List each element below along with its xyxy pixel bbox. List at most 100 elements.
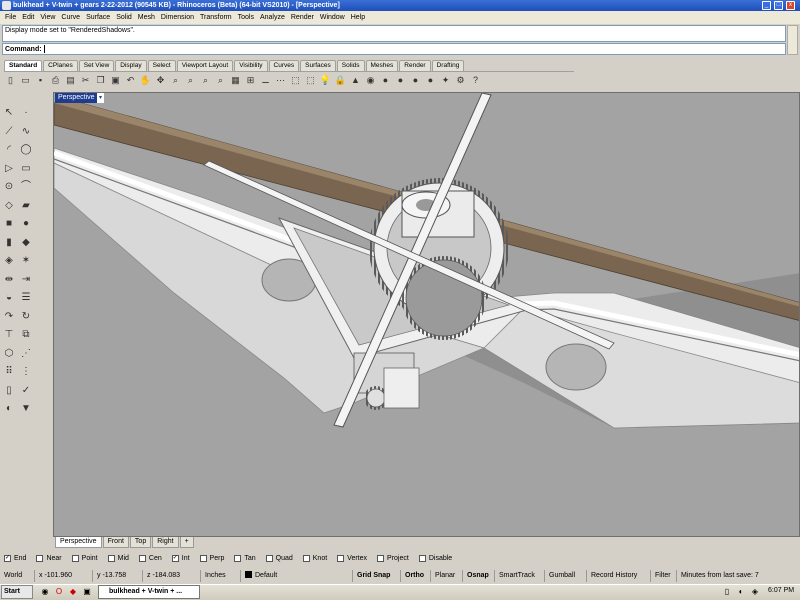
tab-front[interactable]: Front bbox=[102, 537, 129, 548]
new-icon[interactable]: ▯ bbox=[4, 74, 17, 87]
tab-render[interactable]: Render bbox=[399, 60, 431, 71]
status-units[interactable]: Inches bbox=[201, 569, 241, 582]
status-osnap[interactable]: Osnap bbox=[463, 569, 495, 582]
perspective-viewport[interactable] bbox=[53, 92, 800, 537]
menu-window[interactable]: Window bbox=[317, 14, 348, 21]
array-icon[interactable]: ⋮ bbox=[19, 365, 33, 379]
trim-icon[interactable]: ⇥ bbox=[19, 273, 33, 287]
quicklaunch-browser-icon[interactable]: ◉ bbox=[40, 587, 50, 597]
menu-render[interactable]: Render bbox=[288, 14, 317, 21]
surface-icon[interactable]: ◇ bbox=[2, 199, 16, 213]
pan-icon[interactable]: ✋ bbox=[139, 74, 152, 87]
zoom-window-icon[interactable]: ⌕ bbox=[184, 74, 197, 87]
tab-display[interactable]: Display bbox=[115, 60, 147, 71]
tab-viewport-layout[interactable]: Viewport Layout bbox=[176, 60, 234, 71]
tab-perspective[interactable]: Perspective bbox=[55, 537, 102, 548]
print-icon[interactable]: ⎙ bbox=[49, 74, 62, 87]
zoom-extents-icon[interactable]: ⌕ bbox=[199, 74, 212, 87]
status-planar[interactable]: Planar bbox=[431, 569, 463, 582]
menu-tools[interactable]: Tools bbox=[235, 14, 257, 21]
polygon-icon[interactable]: ▷ bbox=[2, 162, 16, 176]
menu-analyze[interactable]: Analyze bbox=[257, 14, 288, 21]
osnap-checkbox[interactable] bbox=[377, 555, 385, 562]
paste-icon[interactable]: ▣ bbox=[109, 74, 122, 87]
select-arrow-icon[interactable]: ↖ bbox=[2, 106, 16, 120]
rectangle-icon[interactable]: ▭ bbox=[19, 162, 33, 176]
car-icon[interactable]: ⚊ bbox=[259, 74, 272, 87]
status-grid-snap[interactable]: Grid Snap bbox=[353, 569, 401, 582]
tab-surfaces[interactable]: Surfaces bbox=[300, 60, 336, 71]
viewport-title[interactable]: Perspective bbox=[55, 93, 98, 103]
osnap-cen[interactable]: Cen bbox=[138, 555, 162, 562]
cylinder-icon[interactable]: ▮ bbox=[2, 236, 16, 250]
mirror-icon[interactable]: ⇹ bbox=[2, 273, 16, 287]
menu-mesh[interactable]: Mesh bbox=[135, 14, 158, 21]
layer-icon[interactable]: ▲ bbox=[349, 74, 362, 87]
zoom-selected-icon[interactable]: ⌕ bbox=[214, 74, 227, 87]
import-icon[interactable]: ▤ bbox=[64, 74, 77, 87]
circle-icon[interactable]: ◯ bbox=[19, 143, 33, 157]
osnap-disable[interactable]: Disable bbox=[418, 555, 452, 562]
boolean-union-icon[interactable]: ◈ bbox=[2, 254, 16, 268]
properties-icon[interactable]: ⬚ bbox=[304, 74, 317, 87]
points-icon[interactable]: ⋯ bbox=[274, 74, 287, 87]
osnap-checkbox[interactable]: ✓ bbox=[171, 555, 179, 562]
status-record-history[interactable]: Record History bbox=[587, 569, 651, 582]
osnap-checkbox[interactable] bbox=[265, 555, 273, 562]
quicklaunch-opera-icon[interactable]: O bbox=[54, 587, 64, 597]
sphere-icon[interactable]: ● bbox=[19, 217, 33, 231]
status-ortho[interactable]: Ortho bbox=[401, 569, 431, 582]
four-views-icon[interactable]: ⊞ bbox=[244, 74, 257, 87]
osnap-perp[interactable]: Perp bbox=[199, 555, 224, 562]
menu-dimension[interactable]: Dimension bbox=[158, 14, 197, 21]
grid-array-icon[interactable]: ⠿ bbox=[2, 365, 16, 379]
osnap-checkbox[interactable] bbox=[138, 555, 146, 562]
cut-icon[interactable]: ✂ bbox=[79, 74, 92, 87]
lock-icon[interactable]: 🔒 bbox=[334, 74, 347, 87]
lightbulb-icon[interactable]: 💡 bbox=[319, 74, 332, 87]
open-icon[interactable]: ▭ bbox=[19, 74, 32, 87]
render-sphere-icon[interactable]: ● bbox=[379, 74, 392, 87]
add-viewport-tab-button[interactable]: + bbox=[179, 537, 194, 548]
analyze-icon[interactable]: ⋰ bbox=[19, 347, 33, 361]
paint-icon[interactable]: ▼ bbox=[19, 402, 33, 416]
layout-icon[interactable]: ▯ bbox=[2, 384, 16, 398]
copy-icon[interactable]: ❐ bbox=[94, 74, 107, 87]
tab-curves[interactable]: Curves bbox=[268, 60, 300, 71]
tab-visibility[interactable]: Visibility bbox=[234, 60, 268, 71]
menu-help[interactable]: Help bbox=[348, 14, 368, 21]
start-button[interactable]: Start bbox=[1, 585, 33, 599]
status-filter[interactable]: Filter bbox=[651, 569, 677, 582]
status-gumball[interactable]: Gumball bbox=[545, 569, 587, 582]
polyline-icon[interactable]: ⟋ bbox=[2, 125, 16, 139]
material-sphere-icon[interactable]: ● bbox=[424, 74, 437, 87]
tab-solids[interactable]: Solids bbox=[336, 60, 365, 71]
rendered-sphere-icon[interactable]: ● bbox=[409, 74, 422, 87]
check-icon[interactable]: ✓ bbox=[19, 384, 33, 398]
osnap-checkbox[interactable] bbox=[302, 555, 310, 562]
osnap-checkbox[interactable] bbox=[71, 555, 79, 562]
loft-icon[interactable]: ▰ bbox=[19, 199, 33, 213]
menu-curve[interactable]: Curve bbox=[58, 14, 83, 21]
dimension-icon[interactable]: ⊤ bbox=[2, 328, 16, 342]
shaded-sphere-icon[interactable]: ● bbox=[394, 74, 407, 87]
color-wheel-icon[interactable]: ◉ bbox=[364, 74, 377, 87]
osnap-checkbox[interactable] bbox=[199, 555, 207, 562]
rotate-view-icon[interactable]: ✥ bbox=[154, 74, 167, 87]
osnap-end[interactable]: ✓ End bbox=[4, 555, 26, 562]
rhino-app-icon[interactable] bbox=[2, 1, 11, 10]
select-all-icon[interactable]: ⬚ bbox=[289, 74, 302, 87]
status-current-layer[interactable]: Default bbox=[241, 569, 353, 582]
osnap-vertex[interactable]: Vertex bbox=[337, 555, 367, 562]
maximize-button[interactable]: □ bbox=[774, 1, 783, 10]
tab-cplanes[interactable]: CPlanes bbox=[43, 60, 78, 71]
undo-icon[interactable]: ↶ bbox=[124, 74, 137, 87]
extrude-icon[interactable]: ◆ bbox=[19, 236, 33, 250]
menu-edit[interactable]: Edit bbox=[19, 14, 37, 21]
rotate-icon[interactable]: ↻ bbox=[19, 310, 33, 324]
zoom-icon[interactable]: ⌕ bbox=[169, 74, 182, 87]
viewport-menu-arrow[interactable]: ▾ bbox=[97, 93, 104, 103]
box-icon[interactable]: ■ bbox=[2, 217, 16, 231]
hide-icon[interactable]: ◐ bbox=[2, 402, 16, 416]
tray-volume-icon[interactable]: ◈ bbox=[750, 587, 760, 597]
